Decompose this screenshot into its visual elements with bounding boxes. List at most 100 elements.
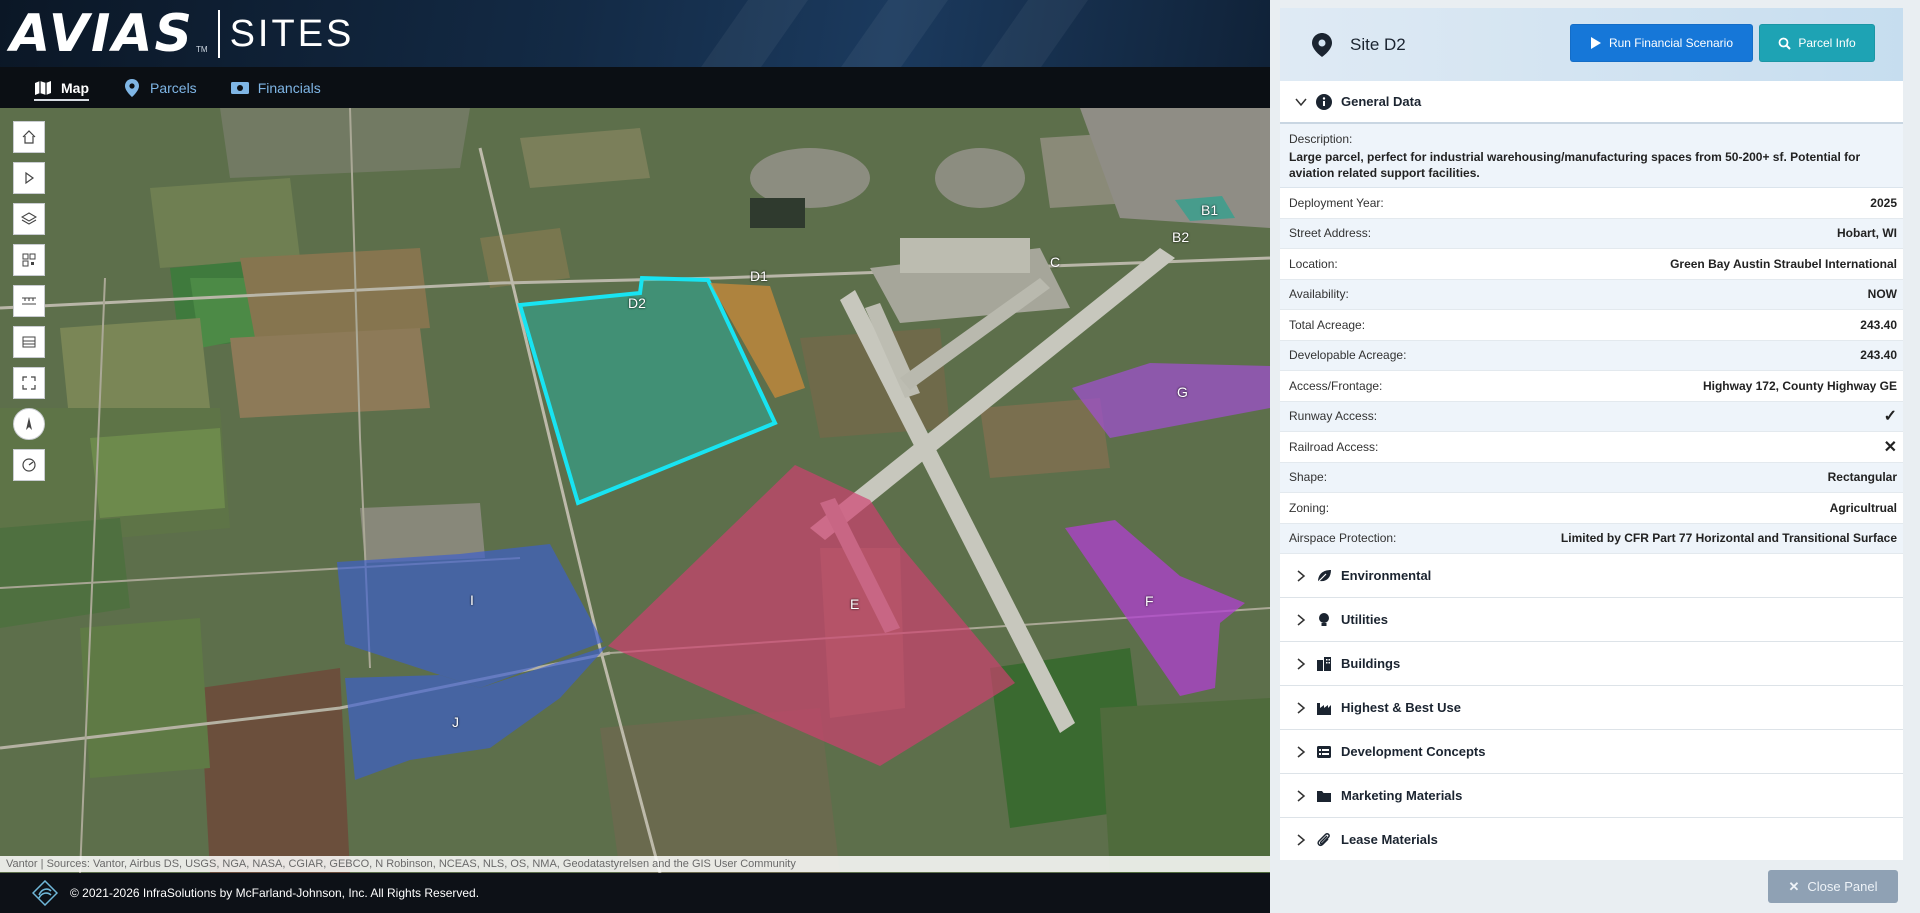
logo-divider	[217, 10, 220, 58]
row-value: 243.40	[1860, 317, 1897, 332]
tab-map[interactable]: Map	[34, 67, 89, 108]
row-airspace-protection: Airspace Protection: Limited by CFR Part…	[1280, 523, 1907, 554]
row-key: Railroad Access:	[1289, 439, 1379, 454]
play-button[interactable]	[13, 162, 45, 194]
qr-button[interactable]	[13, 244, 45, 276]
basemap-icon	[22, 336, 36, 348]
measure-icon	[22, 297, 36, 305]
site-panel: Site D2 Run Financial Scenario Parcel In…	[1270, 0, 1920, 913]
brand-header: AVIAS TM SITES	[0, 0, 1270, 67]
company-logo-icon	[32, 880, 58, 906]
paperclip-icon	[1317, 832, 1330, 846]
parcel-label-d1[interactable]: D1	[750, 268, 768, 284]
close-icon: ✕	[1788, 878, 1800, 894]
description-label: Description:	[1289, 132, 1353, 146]
row-value: Limited by CFR Part 77 Horizontal and Tr…	[1560, 531, 1897, 546]
layers-icon	[21, 212, 37, 225]
row-key: Zoning:	[1289, 500, 1330, 515]
logo-sub-text: SITES	[229, 12, 355, 55]
row-deployment-year: Deployment Year: 2025	[1280, 188, 1907, 219]
section-development-concepts-label: Development Concepts	[1341, 744, 1486, 759]
close-panel-label: Close Panel	[1807, 879, 1878, 894]
row-developable-acreage: Developable Acreage: 243.40	[1280, 340, 1907, 371]
map-icon	[34, 79, 52, 97]
row-value: 243.40	[1860, 348, 1897, 363]
parcel-label-f[interactable]: F	[1145, 593, 1154, 609]
section-lease-materials[interactable]: Lease Materials	[1280, 818, 1907, 860]
parcel-label-i[interactable]: I	[470, 592, 474, 608]
parcel-label-j[interactable]: J	[452, 714, 459, 730]
money-icon	[230, 79, 249, 97]
tab-financials[interactable]: Financials	[230, 67, 321, 108]
measure-button[interactable]	[13, 285, 45, 317]
description-value: Large parcel, perfect for industrial war…	[1289, 150, 1861, 180]
row-street-address: Street Address: Hobart, WI	[1280, 218, 1907, 249]
row-shape: Shape: Rectangular	[1280, 462, 1907, 493]
search-icon	[1778, 37, 1792, 50]
check-icon: ✓	[1883, 408, 1897, 426]
qr-icon	[22, 253, 36, 267]
parcel-label-g[interactable]: G	[1177, 384, 1188, 400]
row-runway-access: Runway Access: ✓	[1280, 401, 1907, 432]
compass-button[interactable]	[13, 408, 45, 440]
play-icon	[25, 171, 35, 185]
panel-title: Site D2	[1350, 34, 1406, 54]
building-icon	[1317, 656, 1331, 671]
map-toolbar	[13, 121, 45, 490]
row-value: Agricultrual	[1829, 500, 1897, 515]
section-marketing-materials-label: Marketing Materials	[1341, 788, 1463, 803]
map-attribution: Vantor | Sources: Vantor, Airbus DS, USG…	[0, 856, 1270, 872]
gauge-button[interactable]	[13, 449, 45, 481]
app-footer: © 2021-2026 InfraSolutions by McFarland-…	[0, 873, 1270, 913]
chevron-right-icon	[1297, 833, 1306, 846]
section-development-concepts[interactable]: Development Concepts	[1280, 730, 1907, 774]
list-icon	[1317, 745, 1331, 758]
basemap-button[interactable]	[13, 326, 45, 358]
layers-button[interactable]	[13, 203, 45, 235]
home-button[interactable]	[13, 121, 45, 153]
compass-icon	[26, 417, 32, 430]
parcel-label-c[interactable]: C	[1050, 254, 1060, 270]
pin-icon	[123, 78, 141, 97]
panel-scrollbar[interactable]	[1903, 8, 1918, 860]
tab-parcels[interactable]: Parcels	[123, 67, 197, 108]
fullscreen-icon	[22, 376, 36, 390]
section-highest-best-use[interactable]: Highest & Best Use	[1280, 686, 1907, 730]
panel-header: Site D2 Run Financial Scenario Parcel In…	[1280, 8, 1907, 81]
parcel-label-e[interactable]: E	[850, 596, 859, 612]
row-location: Location: Green Bay Austin Straubel Inte…	[1280, 249, 1907, 280]
satellite-map	[0, 108, 1270, 873]
section-environmental-label: Environmental	[1341, 568, 1432, 583]
parcel-info-button[interactable]: Parcel Info	[1759, 24, 1875, 62]
row-availability: Availability: NOW	[1280, 279, 1907, 310]
section-environmental[interactable]: Environmental	[1280, 554, 1907, 598]
row-key: Shape:	[1289, 470, 1328, 485]
section-buildings[interactable]: Buildings	[1280, 642, 1907, 686]
row-value: Highway 172, County Highway GE	[1702, 378, 1897, 393]
section-lease-materials-label: Lease Materials	[1341, 832, 1438, 847]
section-marketing-materials[interactable]: Marketing Materials	[1280, 774, 1907, 818]
row-key: Airspace Protection:	[1289, 531, 1397, 546]
app-logo[interactable]: AVIAS TM SITES	[10, 8, 354, 60]
parcel-label-b2[interactable]: B2	[1172, 229, 1189, 245]
parcel-info-label: Parcel Info	[1798, 36, 1856, 50]
section-utilities[interactable]: Utilities	[1280, 598, 1907, 642]
row-zoning: Zoning: Agricultrual	[1280, 493, 1907, 524]
section-general-data-label: General Data	[1341, 94, 1422, 109]
logo-main-text: AVIAS	[10, 4, 195, 64]
chevron-down-icon	[1295, 98, 1307, 106]
section-general-data[interactable]: General Data	[1280, 81, 1907, 124]
chevron-right-icon	[1297, 613, 1306, 626]
close-panel-button[interactable]: ✕ Close Panel	[1768, 870, 1898, 903]
row-key: Access/Frontage:	[1289, 378, 1383, 393]
general-data-table: Deployment Year: 2025 Street Address: Ho…	[1280, 188, 1907, 554]
cross-icon: ✕	[1883, 438, 1897, 456]
row-value: NOW	[1867, 287, 1897, 302]
row-key: Developable Acreage:	[1289, 348, 1407, 363]
run-financial-scenario-button[interactable]: Run Financial Scenario	[1570, 24, 1753, 62]
fullscreen-button[interactable]	[13, 367, 45, 399]
row-value: Hobart, WI	[1837, 226, 1897, 241]
map-view[interactable]: D2 D1 B1 B2 C G F E I J	[0, 108, 1270, 873]
parcel-label-b1[interactable]: B1	[1201, 202, 1218, 218]
parcel-label-d2[interactable]: D2	[628, 295, 646, 311]
